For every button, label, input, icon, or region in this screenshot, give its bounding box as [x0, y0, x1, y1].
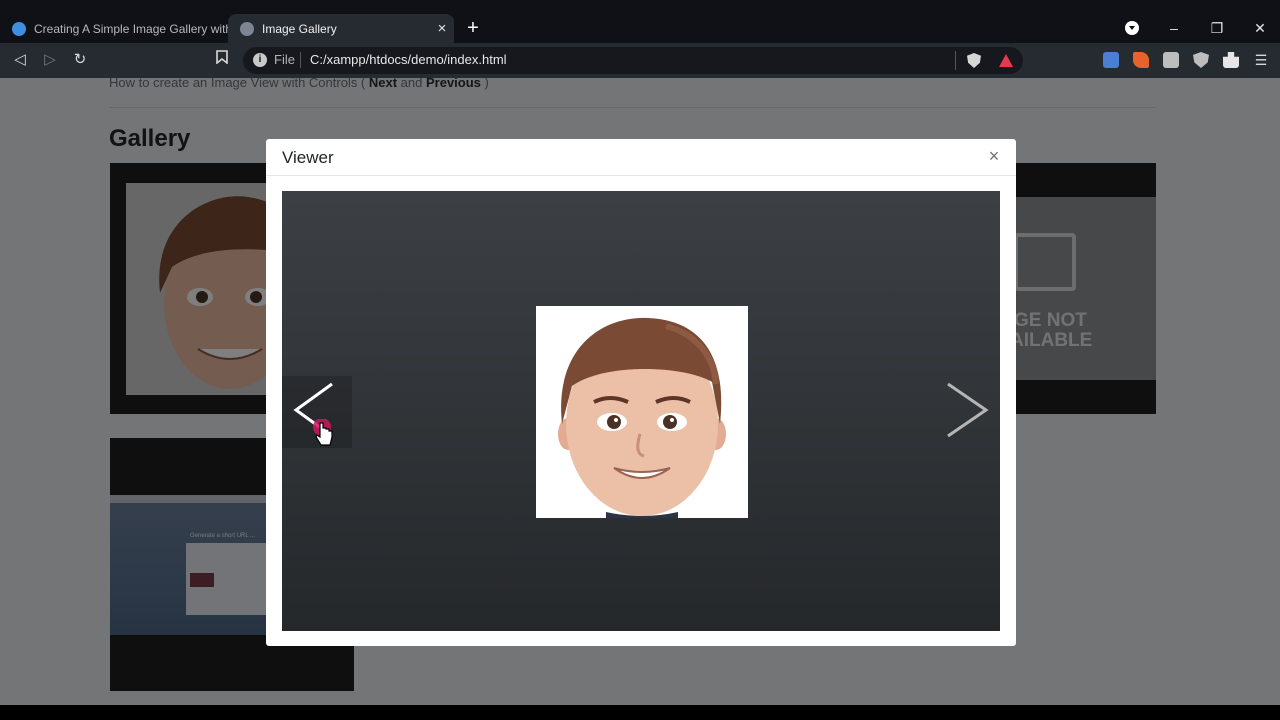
tab-search-icon[interactable]	[1125, 21, 1139, 35]
avatar-illustration-icon	[558, 317, 726, 518]
omnibox-divider	[955, 51, 956, 70]
forward-button[interactable]: ▷	[39, 49, 61, 71]
address-bar[interactable]: i File C:/xampp/htdocs/demo/index.html	[243, 47, 1023, 74]
brave-shield-icon[interactable]	[967, 53, 981, 68]
modal-header: Viewer ×	[266, 139, 1016, 176]
back-button[interactable]: ◁	[9, 49, 31, 71]
viewer-modal: Viewer ×	[266, 139, 1016, 646]
modal-title: Viewer	[282, 148, 334, 167]
modal-close-button[interactable]: ×	[986, 146, 1002, 166]
tab-title: Creating A Simple Image Gallery with	[34, 21, 228, 36]
next-button[interactable]	[930, 376, 1000, 448]
minimize-button[interactable]: –	[1162, 16, 1186, 40]
browser-tab-strip: Creating A Simple Image Gallery with Ima…	[0, 0, 1280, 43]
puzzle-icon[interactable]	[1223, 52, 1239, 68]
menu-button[interactable]: ☰	[1250, 49, 1272, 71]
viewer-image	[536, 306, 748, 518]
scheme-divider	[300, 52, 301, 68]
url-text[interactable]: C:/xampp/htdocs/demo/index.html	[310, 52, 507, 67]
brave-rewards-icon[interactable]	[999, 54, 1013, 67]
tab-title: Image Gallery	[262, 21, 337, 36]
bookmark-glyph-icon	[216, 50, 228, 65]
reload-button[interactable]: ↻	[69, 49, 91, 71]
chevron-right-icon	[947, 382, 989, 438]
tab-image-gallery[interactable]: Image Gallery ×	[228, 14, 454, 43]
shield-icon[interactable]	[1193, 52, 1209, 68]
swift-icon[interactable]	[1133, 52, 1149, 68]
close-window-button[interactable]: ✕	[1248, 16, 1272, 40]
camera-icon[interactable]	[1163, 52, 1179, 68]
tab-creating-gallery[interactable]: Creating A Simple Image Gallery with	[0, 14, 228, 43]
image-viewer-stage	[282, 191, 1000, 631]
restore-button[interactable]: ❐	[1205, 16, 1229, 40]
site-info-icon[interactable]: i	[253, 53, 267, 67]
url-scheme-label: File	[274, 52, 295, 67]
new-tab-button[interactable]: +	[462, 17, 484, 39]
globe-icon	[240, 21, 254, 36]
translate-icon[interactable]	[1103, 52, 1119, 68]
tab-close-icon[interactable]: ×	[430, 20, 454, 37]
browser-toolbar: ◁ ▷ ↻ i File C:/xampp/htdocs/demo/index.…	[0, 43, 1280, 78]
site-favicon-icon	[12, 21, 26, 36]
web-page: How to create an Image View with Control…	[0, 78, 1280, 705]
mouse-cursor-icon	[312, 418, 338, 449]
bookmark-icon[interactable]	[211, 49, 233, 71]
